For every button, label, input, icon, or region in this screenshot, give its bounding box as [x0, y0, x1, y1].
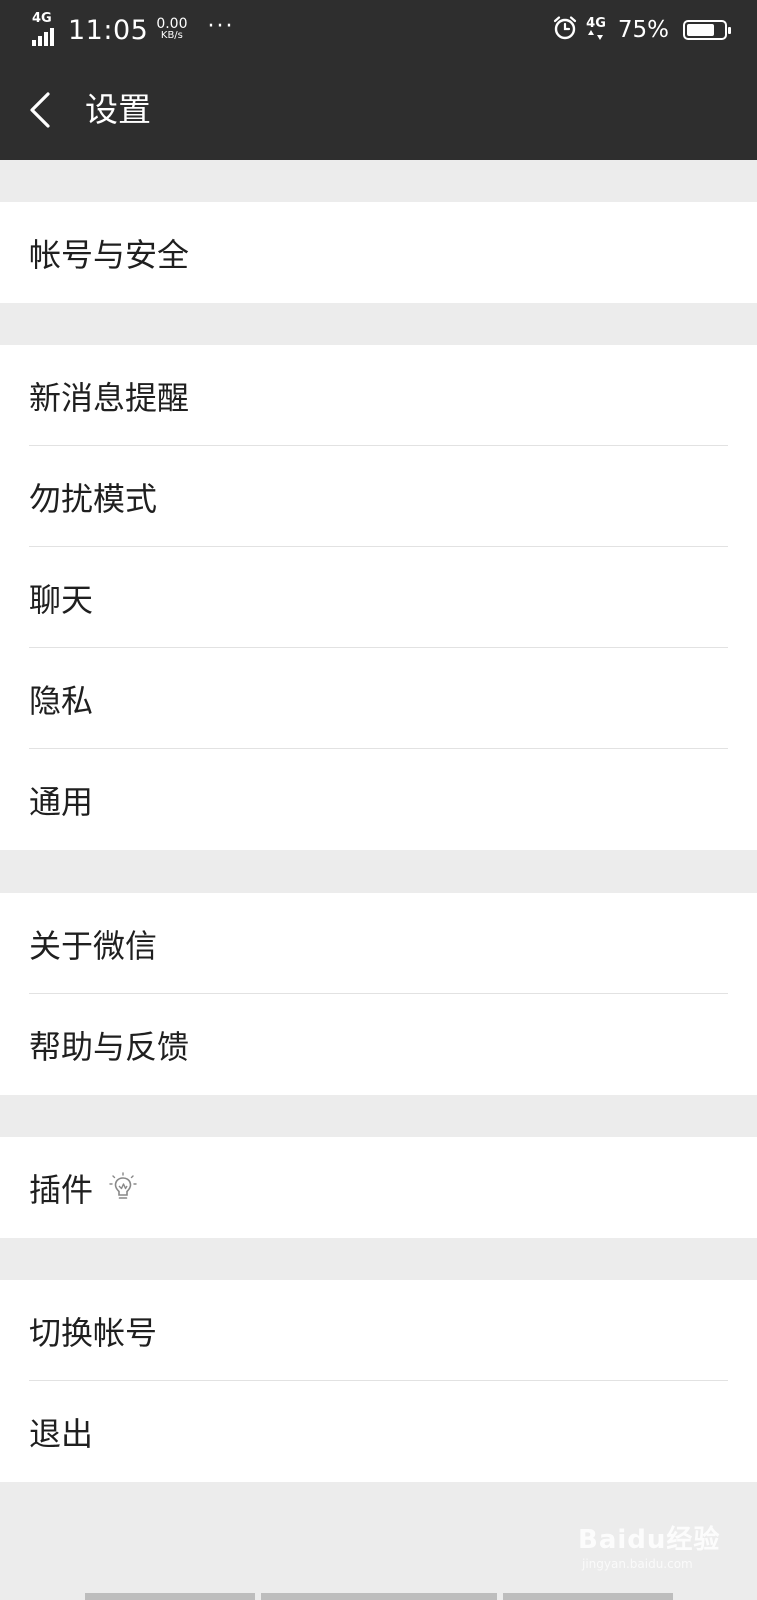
- settings-item-label: 隐私: [29, 681, 94, 720]
- battery-percent: 75%: [617, 17, 669, 43]
- settings-item-label: 通用: [29, 782, 94, 821]
- bottom-bar-segment: [503, 1593, 673, 1600]
- title-bar: 设置: [0, 60, 757, 160]
- bottom-bar-segment: [261, 1593, 497, 1600]
- page-title: 设置: [85, 90, 151, 129]
- settings-item-label: 新消息提醒: [29, 378, 190, 417]
- settings-item-label: 插件: [29, 1170, 94, 1209]
- settings-item-privacy[interactable]: 隐私: [0, 648, 757, 749]
- settings-item-chat[interactable]: 聊天: [0, 547, 757, 648]
- settings-group-about: 关于微信 帮助与反馈: [0, 893, 757, 1095]
- network-speed: 0.00 KB/s: [156, 16, 188, 42]
- watermark-url: jingyan.baidu.com: [582, 1557, 693, 1571]
- alarm-icon: [552, 15, 578, 45]
- settings-item-help-feedback[interactable]: 帮助与反馈: [0, 994, 757, 1095]
- bulb-icon: [109, 1171, 137, 1204]
- settings-item-plugins[interactable]: 插件: [0, 1137, 757, 1238]
- chevron-left-icon: [30, 92, 50, 128]
- watermark-logo-text: Baidu经验: [578, 1525, 721, 1555]
- speed-value: 0.00: [156, 16, 188, 32]
- settings-group-preferences: 新消息提醒 勿扰模式 聊天 隐私 通用: [0, 345, 757, 850]
- settings-item-label: 关于微信: [29, 926, 158, 965]
- signal-bars: [32, 28, 54, 46]
- battery-fill: [687, 24, 714, 36]
- baidu-jingyan-watermark: Baidu经验 jingyan.baidu.com: [578, 1513, 728, 1583]
- settings-item-label: 帐号与安全: [29, 235, 190, 274]
- speed-unit: KB/s: [160, 30, 183, 41]
- settings-item-label: 帮助与反馈: [29, 1027, 190, 1066]
- settings-group-account: 帐号与安全: [0, 202, 757, 303]
- settings-group-session: 切换帐号 退出: [0, 1280, 757, 1482]
- status-bar: 4G 11:05 0.00 KB/s ··· 4G 75%: [0, 0, 757, 60]
- data-network-icon: 4G: [586, 17, 606, 43]
- status-right: 4G 75%: [552, 12, 731, 48]
- signal-icon: 4G: [32, 12, 64, 48]
- settings-item-log-out[interactable]: 退出: [0, 1381, 757, 1482]
- settings-item-switch-account[interactable]: 切换帐号: [0, 1280, 757, 1381]
- settings-item-general[interactable]: 通用: [0, 749, 757, 850]
- network-type-right: 4G: [586, 16, 606, 31]
- bottom-bar-segment: [85, 1593, 255, 1600]
- settings-item-about-wechat[interactable]: 关于微信: [0, 893, 757, 994]
- back-button[interactable]: [22, 84, 72, 136]
- network-type: 4G: [32, 11, 52, 26]
- clock: 11:05: [68, 14, 149, 46]
- settings-item-new-message-alerts[interactable]: 新消息提醒: [0, 345, 757, 446]
- settings-item-account-security[interactable]: 帐号与安全: [0, 202, 757, 303]
- settings-item-do-not-disturb[interactable]: 勿扰模式: [0, 446, 757, 547]
- settings-group-plugins: 插件: [0, 1137, 757, 1238]
- settings-item-label: 勿扰模式: [29, 479, 158, 518]
- more-notifications-icon: ···: [207, 13, 235, 39]
- battery-icon: [683, 20, 731, 40]
- settings-item-label: 退出: [29, 1414, 94, 1453]
- settings-item-label: 切换帐号: [29, 1313, 158, 1352]
- status-left: 4G 11:05 0.00 KB/s ···: [32, 12, 234, 48]
- settings-item-label: 聊天: [29, 580, 94, 619]
